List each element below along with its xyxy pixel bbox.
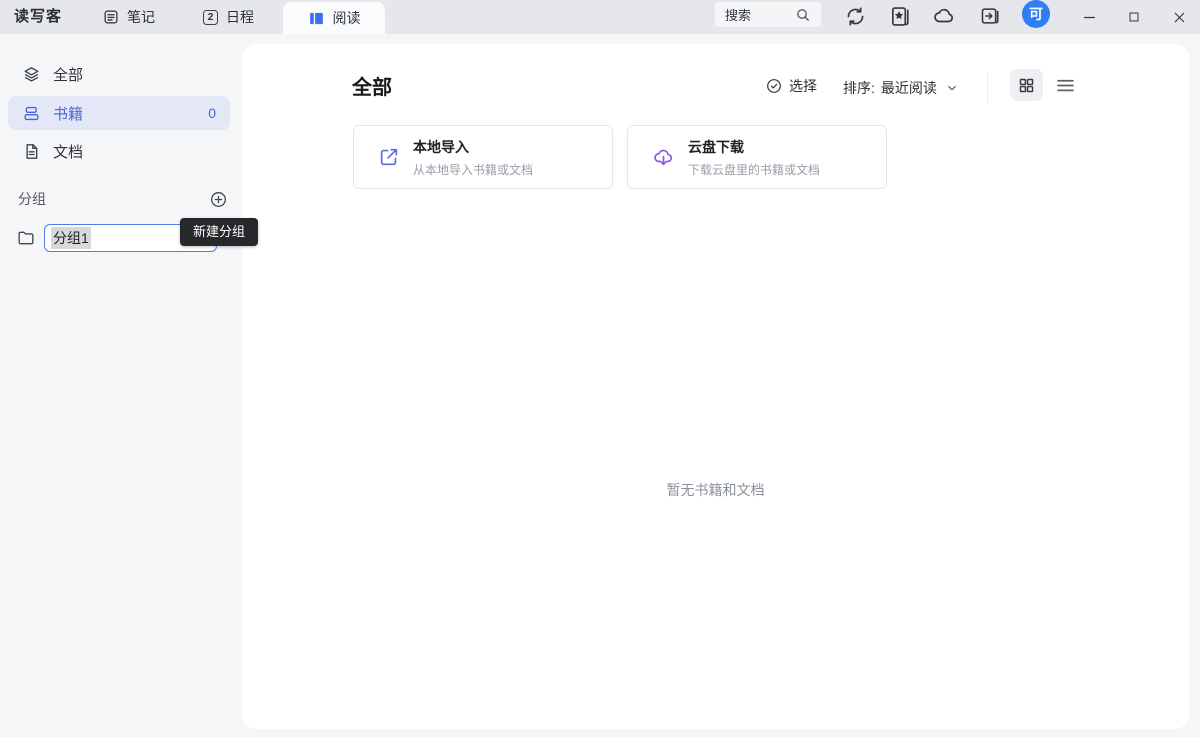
check-circle-icon [765,77,783,95]
new-group-input-value: 分组1 [51,227,91,249]
select-label: 选择 [789,76,817,96]
local-import-card[interactable]: 本地导入 从本地导入书籍或文档 [353,125,613,189]
sidebar-item-label: 全部 [53,64,83,85]
select-button[interactable]: 选择 [765,76,817,96]
groups-header: 分组 [18,187,228,211]
sort-label: 排序: [843,78,875,98]
main-panel: 全部 选择 排序: 最近阅读 [242,44,1189,729]
sync-button[interactable] [841,2,869,30]
folder-icon [16,228,36,248]
sort-dropdown[interactable]: 排序: 最近阅读 [843,78,959,98]
app-window: { "titlebar": { "brand": "读写客", "tabs": … [0,0,1200,737]
notes-tab-icon [103,9,119,25]
tab-notes-label: 笔记 [127,7,155,27]
list-view-button[interactable] [1053,74,1077,96]
document-icon [22,142,41,161]
page-title: 全部 [352,71,392,100]
card-text: 云盘下载 下载云盘里的书籍或文档 [688,137,820,178]
grid-view-icon [1018,77,1035,94]
cloud-icon [932,4,956,28]
header-divider [987,72,988,102]
plus-circle-icon [209,190,228,209]
tab-schedule[interactable]: 2 日程 [203,0,254,34]
cloud-button[interactable] [930,2,958,30]
empty-state-text: 暂无书籍和文档 [242,480,1189,500]
card-title: 云盘下载 [688,137,820,157]
search-input[interactable]: 搜索 [715,2,821,27]
books-icon [22,104,41,123]
external-link-icon [378,146,400,168]
bookshelf-star-icon [889,5,912,28]
bookshelf-button[interactable] [886,2,914,30]
sidebar: 全部 书籍 0 文档 分组 [0,34,242,737]
maximize-icon [1126,9,1142,25]
card-subtitle: 下载云盘里的书籍或文档 [688,161,820,178]
search-icon [795,7,811,23]
close-button[interactable] [1166,4,1192,30]
tab-reading-label: 阅读 [333,8,361,28]
search-placeholder: 搜索 [725,5,751,24]
list-view-icon [1055,75,1076,96]
tab-schedule-label: 日程 [226,7,254,27]
chevron-down-icon [945,81,959,95]
sidebar-item-label: 书籍 [53,103,83,124]
card-text: 本地导入 从本地导入书籍或文档 [413,137,533,178]
groups-header-label: 分组 [18,189,46,209]
cloud-download-card[interactable]: 云盘下载 下载云盘里的书籍或文档 [627,125,887,189]
export-folder-icon [979,5,1001,27]
schedule-badge-icon: 2 [203,10,218,25]
cloud-download-icon [652,146,675,169]
maximize-button[interactable] [1121,4,1147,30]
sort-value: 最近阅读 [881,78,937,98]
grid-view-button[interactable] [1010,69,1043,101]
card-title: 本地导入 [413,137,533,157]
sidebar-item-docs[interactable]: 文档 [8,134,230,168]
sidebar-item-label: 文档 [53,141,83,162]
card-subtitle: 从本地导入书籍或文档 [413,161,533,178]
app-brand: 读写客 [14,0,62,34]
reading-book-icon [308,10,325,27]
layers-icon [22,65,41,84]
sidebar-item-books[interactable]: 书籍 0 [8,96,230,130]
new-group-tooltip: 新建分组 [180,218,258,246]
sidebar-item-all[interactable]: 全部 [8,57,230,91]
tab-notes[interactable]: 笔记 [103,0,155,34]
avatar[interactable]: 可 [1022,0,1050,28]
books-count-badge: 0 [208,105,216,121]
close-icon [1171,9,1188,26]
minimize-button[interactable] [1076,4,1102,30]
sync-icon [844,5,867,28]
minimize-icon [1081,9,1098,26]
add-group-button[interactable] [209,190,228,209]
tab-reading[interactable]: 阅读 [283,2,385,34]
export-button[interactable] [976,2,1004,30]
titlebar: 读写客 笔记 2 日程 阅读 搜索 [0,0,1200,34]
